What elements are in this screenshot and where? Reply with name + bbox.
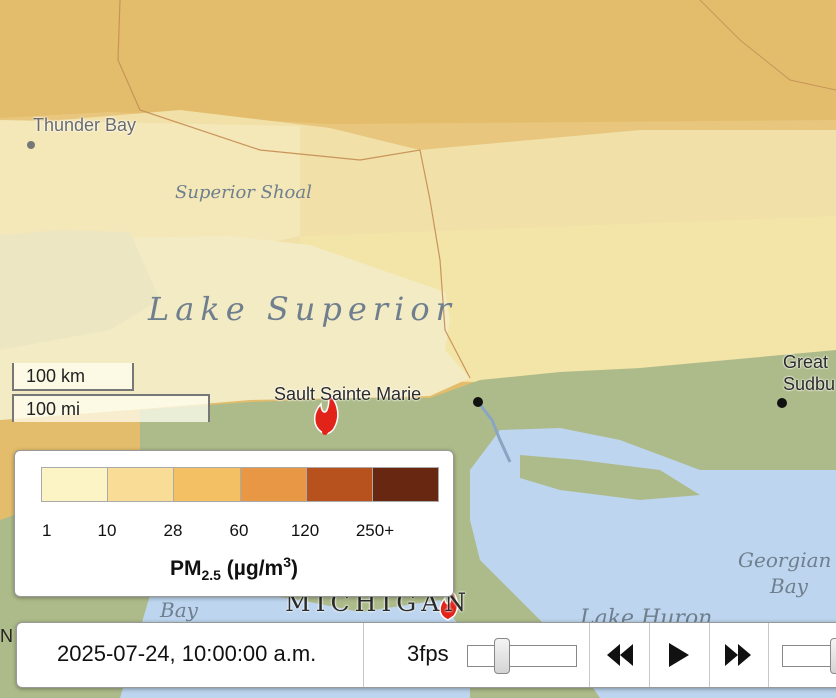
legend-swatch-2 bbox=[108, 468, 175, 501]
city-label-sault-sainte-marie: Sault Sainte Marie bbox=[274, 384, 422, 404]
city-dot-thunder-bay bbox=[27, 141, 35, 149]
divider bbox=[363, 623, 364, 687]
legend-tick: 10 bbox=[97, 521, 117, 540]
pm25-legend: 1 10 28 60 120 250+ PM2.5 (µg/m3) bbox=[14, 450, 454, 597]
scale-bar-km: 100 km bbox=[12, 363, 134, 391]
legend-swatch-6 bbox=[372, 468, 439, 501]
legend-tick: 1 bbox=[42, 521, 52, 540]
legend-swatch-5 bbox=[306, 468, 373, 501]
edge-label-n: N bbox=[0, 626, 13, 646]
water-label-georgian-bay-1: Georgian bbox=[738, 548, 832, 572]
legend-swatch-4 bbox=[240, 468, 307, 501]
legend-tick: 120 bbox=[290, 521, 320, 540]
step-forward-button[interactable] bbox=[709, 623, 767, 687]
water-label-bay: Bay bbox=[160, 598, 198, 622]
legend-tick: 250+ bbox=[355, 521, 395, 540]
fps-label: 3fps bbox=[407, 641, 449, 666]
city-dot-sudbury bbox=[777, 398, 787, 408]
water-label-georgian-bay-2: Bay bbox=[770, 574, 808, 598]
opacity-slider[interactable] bbox=[782, 645, 836, 667]
playback-controls: 2025-07-24, 10:00:00 a.m. 3fps bbox=[16, 622, 836, 688]
divider bbox=[589, 623, 590, 687]
play-icon bbox=[669, 643, 689, 667]
divider bbox=[768, 623, 769, 687]
rewind-icon bbox=[607, 644, 633, 666]
play-button[interactable] bbox=[650, 623, 708, 687]
fps-slider-thumb[interactable] bbox=[494, 638, 510, 674]
scale-bar-mi: 100 mi bbox=[12, 394, 210, 422]
city-label-sudbury-2: Sudbu bbox=[783, 374, 836, 394]
city-label-sudbury-1: Great bbox=[783, 352, 829, 372]
legend-swatch-3 bbox=[174, 468, 241, 501]
city-label-thunder-bay: Thunder Bay bbox=[33, 115, 137, 135]
legend-tick: 60 bbox=[229, 521, 249, 540]
opacity-slider-thumb[interactable] bbox=[830, 638, 836, 674]
legend-swatch-1 bbox=[42, 468, 109, 501]
water-label-superior-shoal: Superior Shoal bbox=[175, 182, 312, 203]
step-back-button[interactable] bbox=[591, 623, 649, 687]
city-dot-sault bbox=[473, 397, 483, 407]
fps-slider[interactable] bbox=[467, 645, 577, 667]
legend-tick: 28 bbox=[163, 521, 183, 540]
legend-title: PM2.5 (µg/m3) bbox=[169, 554, 299, 584]
water-label-lake-superior: Lake Superior bbox=[148, 290, 457, 328]
timestamp-display: 2025-07-24, 10:00:00 a.m. bbox=[57, 641, 317, 666]
fast-forward-icon bbox=[725, 644, 751, 666]
legend-color-bar bbox=[41, 467, 439, 502]
